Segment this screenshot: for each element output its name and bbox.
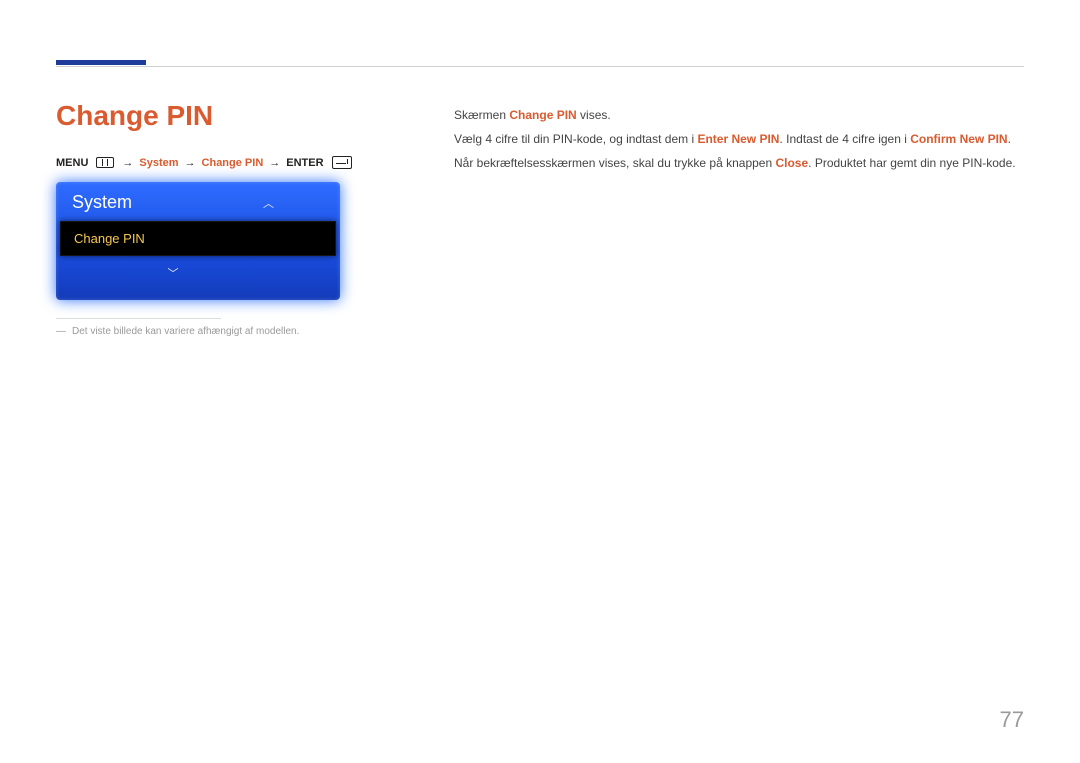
enter-icon	[332, 156, 352, 169]
header-divider	[56, 66, 1024, 67]
note-text: Det viste billede kan variere afhængigt …	[72, 326, 299, 337]
breadcrumb-enter-label: ENTER	[286, 157, 323, 169]
page-title: Change PIN	[56, 100, 213, 132]
menu-icon	[96, 157, 114, 168]
chevron-up-icon[interactable]: ︿	[263, 195, 324, 211]
note-divider	[56, 318, 221, 319]
osd-header: System ︿	[56, 182, 340, 221]
body-line3-pre: Når bekræftelsesskærmen vises, skal du t…	[454, 156, 775, 170]
osd-header-title: System	[72, 192, 132, 213]
body-line2-hl2: Confirm New PIN	[910, 132, 1007, 146]
breadcrumb-menu-label: MENU	[56, 157, 88, 169]
breadcrumb-system: System	[139, 157, 178, 169]
breadcrumb: MENU → System → Change PIN → ENTER	[56, 156, 352, 169]
osd-panel: System ︿ Change PIN ﹀	[56, 182, 340, 300]
osd-selected-label: Change PIN	[74, 231, 145, 246]
breadcrumb-change-pin: Change PIN	[202, 157, 264, 169]
osd-footer: ﹀	[56, 256, 340, 290]
arrow-icon: →	[269, 157, 280, 169]
osd-selected-item[interactable]: Change PIN	[60, 221, 336, 256]
header-accent-bar	[56, 60, 146, 65]
body-line1-post: vises.	[577, 108, 611, 122]
image-disclaimer-note: ―Det viste billede kan variere afhængigt…	[56, 326, 299, 337]
page-number: 77	[1000, 707, 1024, 733]
body-line2-post: .	[1008, 132, 1011, 146]
arrow-icon: →	[185, 157, 196, 169]
body-line3-post: . Produktet har gemt din nye PIN-kode.	[808, 156, 1015, 170]
body-line2-mid: . Indtast de 4 cifre igen i	[779, 132, 910, 146]
body-line1-pre: Skærmen	[454, 108, 509, 122]
body-copy: Skærmen Change PIN vises. Vælg 4 cifre t…	[454, 104, 1024, 177]
body-line2-pre: Vælg 4 cifre til din PIN-kode, og indtas…	[454, 132, 697, 146]
body-line1-hl: Change PIN	[509, 108, 576, 122]
arrow-icon: →	[122, 157, 133, 169]
body-line3-hl: Close	[775, 156, 808, 170]
chevron-down-icon[interactable]: ﹀	[168, 268, 229, 280]
body-line2-hl1: Enter New PIN	[697, 132, 779, 146]
